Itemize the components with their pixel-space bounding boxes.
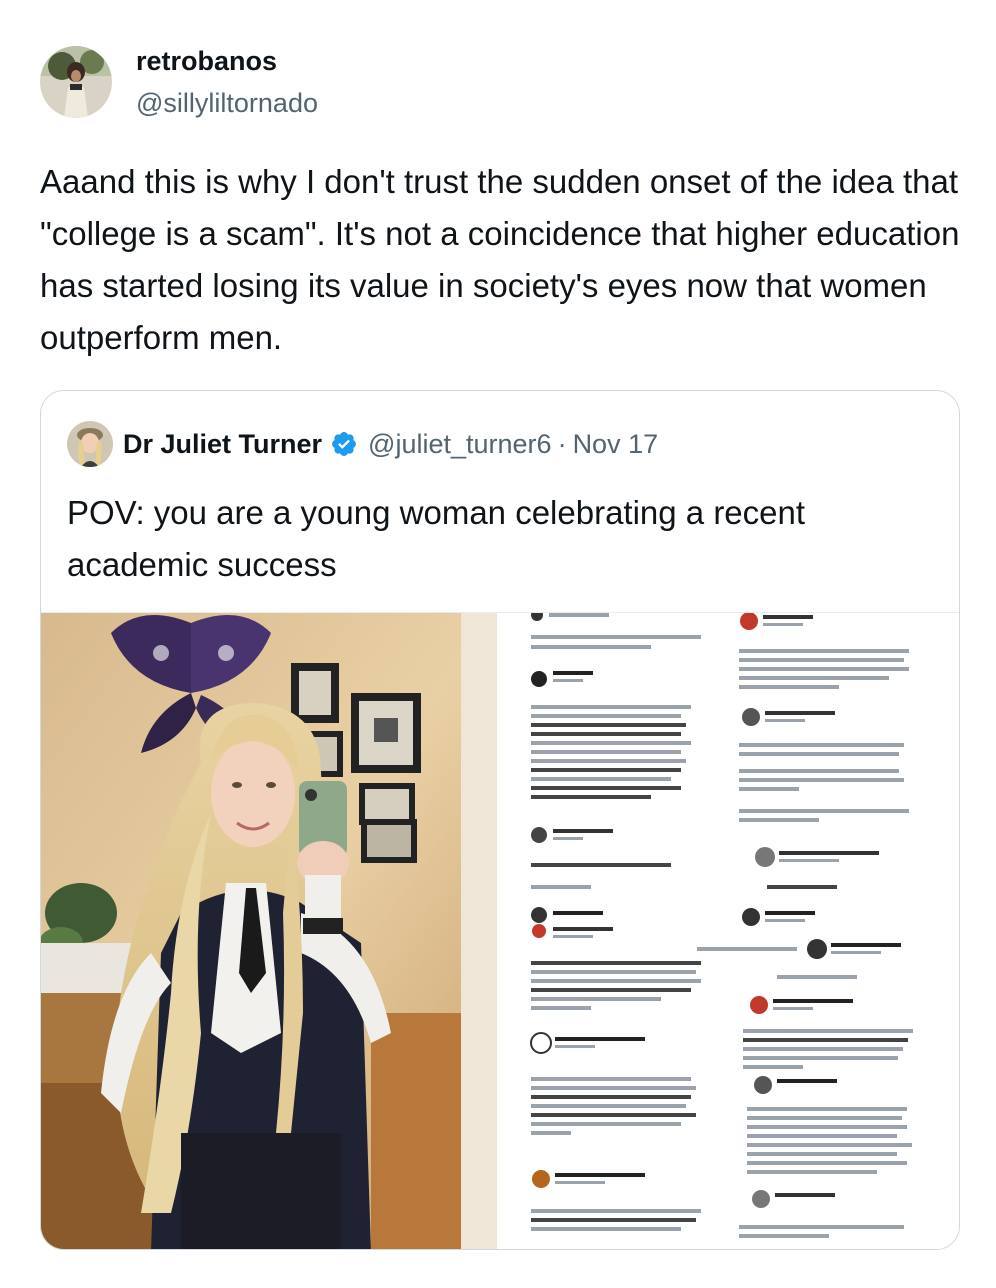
selfie-photo-image <box>41 613 497 1249</box>
user-handle[interactable]: @sillyliltornado <box>136 86 318 120</box>
separator-dot: · <box>557 428 567 459</box>
tweet-text: Aaand this is why I don't trust the sudd… <box>40 163 960 356</box>
quoted-user-handle[interactable]: @juliet_turner6 <box>368 429 552 460</box>
quoted-tweet-text: POV: you are a young woman celebrating a… <box>67 494 806 583</box>
verified-badge-icon <box>332 432 357 456</box>
avatar[interactable] <box>40 46 112 118</box>
tweet-header: retrobanos @sillyliltornado <box>40 44 318 120</box>
display-name[interactable]: retrobanos <box>136 44 318 78</box>
quoted-tweet-media[interactable] <box>41 612 959 1249</box>
replies-screenshot-image <box>497 613 959 1249</box>
quoted-tweet-header: Dr Juliet Turner @juliet_turner6 · Nov 1… <box>67 421 658 467</box>
quoted-avatar-image <box>67 421 113 467</box>
quoted-display-name[interactable]: Dr Juliet Turner <box>123 429 322 460</box>
avatar-image <box>40 46 112 118</box>
author-names: retrobanos @sillyliltornado <box>136 44 318 120</box>
quoted-avatar[interactable] <box>67 421 113 467</box>
selfie-photo[interactable] <box>41 613 497 1249</box>
quoted-tweet-card[interactable]: Dr Juliet Turner @juliet_turner6 · Nov 1… <box>40 390 960 1250</box>
quoted-tweet-date[interactable]: Nov 17 <box>573 429 659 460</box>
replies-screenshot[interactable] <box>497 613 959 1249</box>
